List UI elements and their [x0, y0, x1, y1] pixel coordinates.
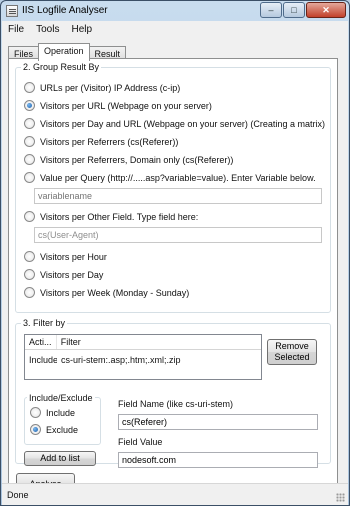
other-field-input[interactable]	[34, 227, 322, 243]
tab-operation[interactable]: Operation	[38, 43, 90, 61]
radio-label: Visitors per Referrers (cs(Referer))	[40, 136, 179, 147]
radio-button-selected[interactable]	[24, 100, 35, 111]
filter-by-title: 3. Filter by	[21, 318, 68, 328]
status-bar: Done	[2, 483, 348, 505]
radio-label: Include	[46, 407, 76, 418]
radio-label: Visitors per Week (Monday - Sunday)	[40, 287, 190, 298]
title-bar[interactable]: IIS Logfile Analyser – □ ✕	[1, 1, 349, 21]
radio-visitors-per-hour[interactable]: Visitors per Hour	[24, 251, 107, 262]
radio-visitors-per-other-field[interactable]: Visitors per Other Field. Type field her…	[24, 211, 198, 222]
maximize-button[interactable]: □	[283, 2, 305, 18]
radio-value-per-query[interactable]: Value per Query (http://.....asp?variabl…	[24, 172, 316, 183]
add-to-list-button[interactable]: Add to list	[24, 451, 96, 466]
resize-grip-icon[interactable]	[336, 493, 345, 502]
menu-help[interactable]: Help	[65, 24, 98, 35]
table-row[interactable]: Include cs-uri-stem:.asp;.htm;.xml;.zip	[25, 353, 261, 367]
field-name-label: Field Name (like cs-uri-stem)	[118, 399, 234, 409]
menu-tools[interactable]: Tools	[30, 24, 65, 35]
radio-visitors-per-day[interactable]: Visitors per Day	[24, 269, 103, 280]
app-icon	[6, 5, 18, 17]
radio-button[interactable]	[24, 211, 35, 222]
field-name-input[interactable]	[118, 414, 318, 430]
radio-label: Value per Query (http://.....asp?variabl…	[40, 172, 316, 183]
menu-bar: File Tools Help	[2, 21, 348, 38]
radio-label: Visitors per Day	[40, 269, 104, 280]
radio-label: Exclude	[46, 424, 79, 435]
group-result-by-title: 2. Group Result By	[21, 62, 102, 72]
column-action[interactable]: Acti...	[25, 335, 57, 349]
radio-button[interactable]	[30, 407, 41, 418]
radio-visitors-per-referrer-domain[interactable]: Visitors per Referrers, Domain only (cs(…	[24, 154, 233, 165]
radio-button-selected[interactable]	[30, 424, 41, 435]
row-filter: cs-uri-stem:.asp;.htm;.xml;.zip	[61, 355, 181, 365]
radio-visitors-per-week[interactable]: Visitors per Week (Monday - Sunday)	[24, 287, 189, 298]
radio-button[interactable]	[24, 287, 35, 298]
radio-button[interactable]	[24, 82, 35, 93]
filter-by-box: 3. Filter by Acti... Filter Include cs-u…	[15, 318, 331, 468]
radio-visitors-per-referrers[interactable]: Visitors per Referrers (cs(Referer))	[24, 136, 178, 147]
field-value-label: Field Value	[118, 437, 163, 447]
minimize-button[interactable]: –	[260, 2, 282, 18]
filter-list[interactable]: Acti... Filter Include cs-uri-stem:.asp;…	[24, 334, 262, 380]
radio-label: Visitors per Day and URL (Webpage on you…	[40, 118, 325, 129]
radio-exclude[interactable]: Exclude	[30, 424, 78, 435]
row-action: Include	[29, 355, 57, 365]
radio-urls-per-ip[interactable]: URLs per (Visitor) IP Address (c-ip)	[24, 82, 180, 93]
radio-label: Visitors per Hour	[40, 251, 107, 262]
include-exclude-box: Include/Exclude Include Exclude	[24, 393, 101, 445]
radio-button[interactable]	[24, 154, 35, 165]
operation-panel: 2. Group Result By URLs per (Visitor) IP…	[8, 58, 338, 498]
remove-selected-button[interactable]: Remove Selected	[267, 339, 317, 365]
radio-label: URLs per (Visitor) IP Address (c-ip)	[40, 82, 181, 93]
radio-button[interactable]	[24, 136, 35, 147]
radio-label: Visitors per Referrers, Domain only (cs(…	[40, 154, 234, 165]
app-window: IIS Logfile Analyser – □ ✕ File Tools He…	[0, 0, 350, 506]
radio-visitors-per-url[interactable]: Visitors per URL (Webpage on your server…	[24, 100, 212, 111]
window-title: IIS Logfile Analyser	[22, 5, 108, 16]
radio-label: Visitors per URL (Webpage on your server…	[40, 100, 212, 111]
field-value-input[interactable]	[118, 452, 318, 468]
radio-button[interactable]	[24, 172, 35, 183]
variable-name-input[interactable]	[34, 188, 322, 204]
include-exclude-title: Include/Exclude	[27, 393, 95, 403]
radio-include[interactable]: Include	[30, 407, 75, 418]
radio-button[interactable]	[24, 269, 35, 280]
menu-file[interactable]: File	[2, 24, 30, 35]
radio-button[interactable]	[24, 251, 35, 262]
status-text: Done	[7, 490, 29, 500]
radio-label: Visitors per Other Field. Type field her…	[40, 211, 199, 222]
caption-buttons: – □ ✕	[259, 2, 346, 18]
filter-list-header: Acti... Filter	[25, 335, 261, 350]
radio-visitors-per-day-url[interactable]: Visitors per Day and URL (Webpage on you…	[24, 118, 325, 129]
column-filter[interactable]: Filter	[57, 335, 261, 349]
client-area: Files Operation Result 2. Group Result B…	[2, 38, 348, 505]
close-button[interactable]: ✕	[306, 2, 346, 18]
radio-button[interactable]	[24, 118, 35, 129]
group-result-by-box: 2. Group Result By URLs per (Visitor) IP…	[15, 62, 331, 313]
